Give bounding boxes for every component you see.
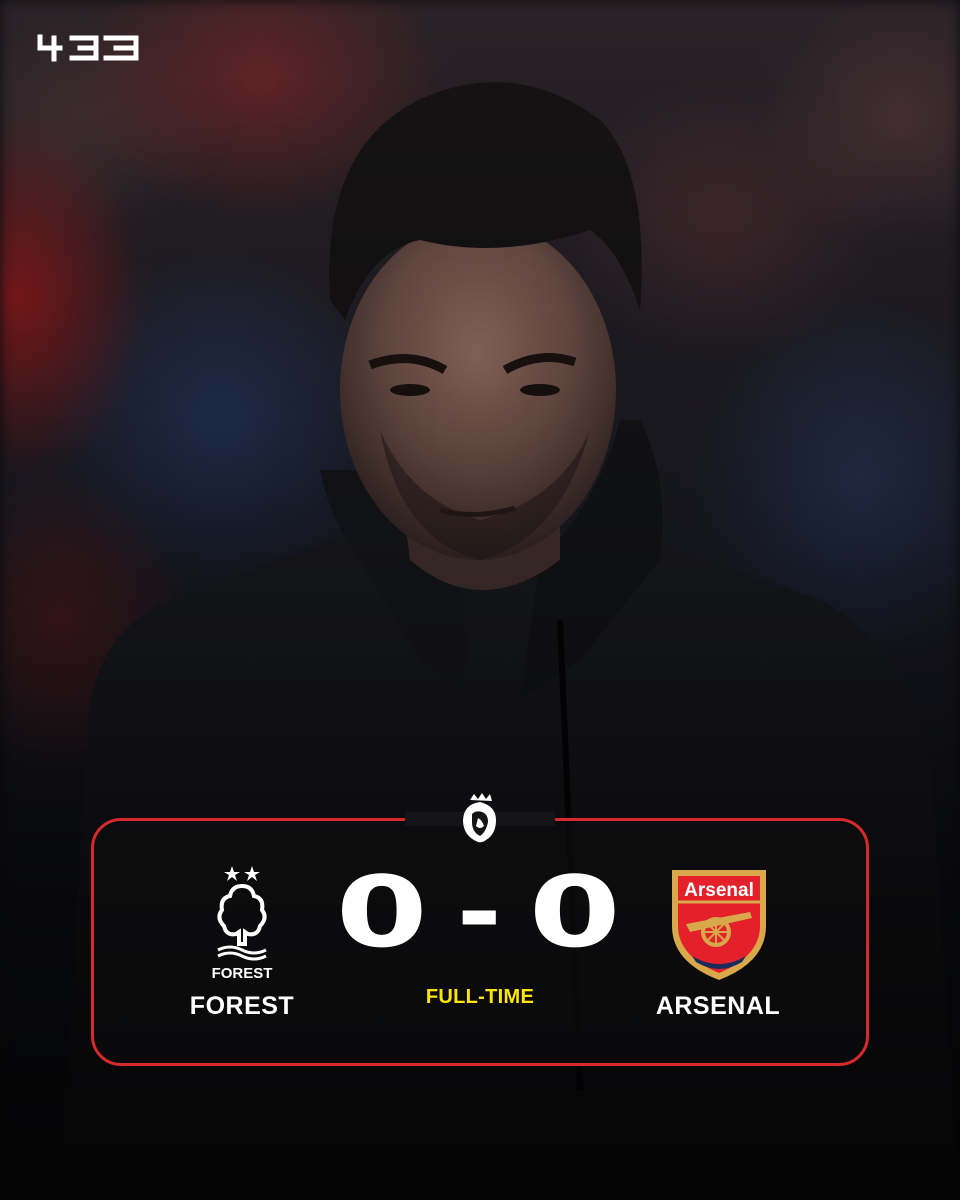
away-team-name: ARSENAL <box>655 992 781 1020</box>
home-score: 0 <box>336 856 431 970</box>
home-team-name: FOREST <box>189 992 295 1020</box>
graphic-canvas: FOREST Arsenal FOREST ARSENAL 0 - 0 FULL… <box>0 0 960 1200</box>
forest-crest-wordmark: FOREST <box>212 965 273 982</box>
arsenal-crest-icon: Arsenal <box>672 870 766 980</box>
away-score: 0 <box>529 856 624 970</box>
nottingham-forest-crest-icon: FOREST <box>212 866 273 982</box>
brand-logo-433 <box>37 34 139 62</box>
arsenal-crest-wordmark: Arsenal <box>684 880 754 901</box>
score-separator: - <box>456 856 504 970</box>
premier-league-lion-icon <box>463 793 496 843</box>
match-status: FULL-TIME <box>425 986 535 1008</box>
final-score: 0 - 0 <box>330 856 630 970</box>
